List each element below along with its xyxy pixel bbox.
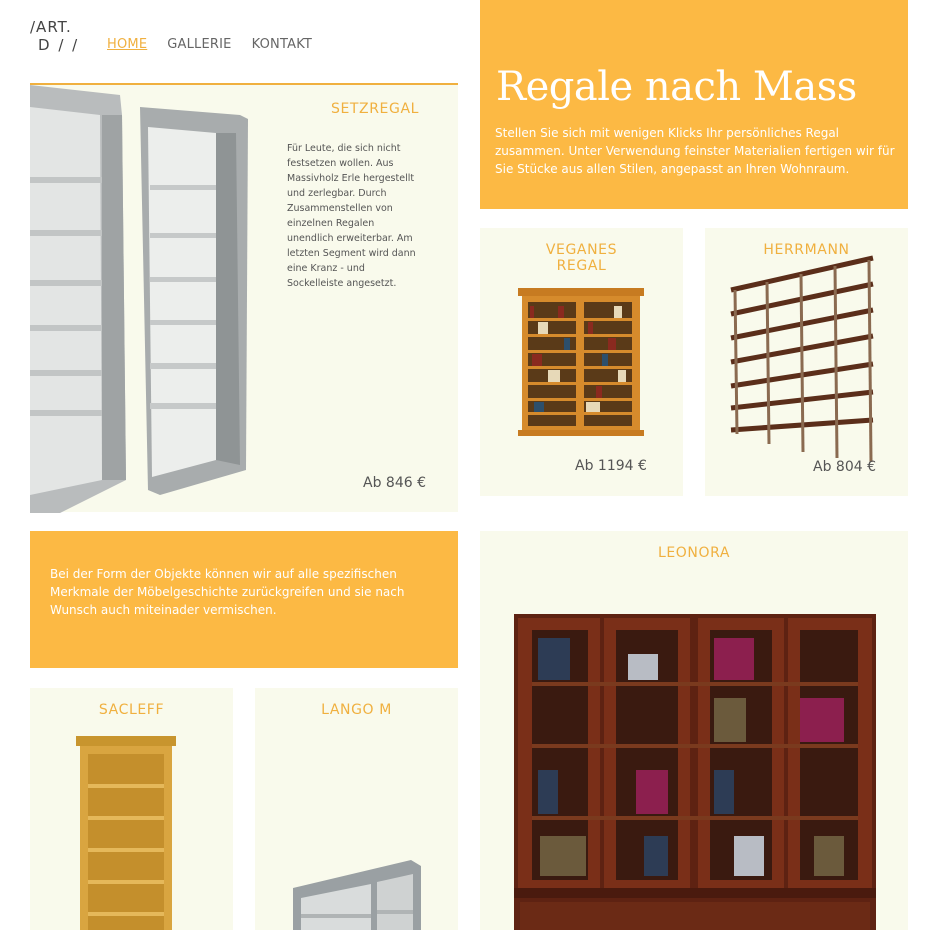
hero-text: Stellen Sie sich mit wenigen Klicks Ihr …	[495, 126, 895, 176]
sacleff-image	[76, 736, 176, 930]
product-card-veganes-regal[interactable]: VEGANES REGAL Ab 1194 €	[480, 228, 683, 496]
leonora-title: LEONORA	[657, 545, 731, 561]
product-card-leonora[interactable]: LEONORA	[480, 531, 908, 930]
site-logo[interactable]: /ART. D / /	[30, 18, 82, 58]
nav-home-link[interactable]: HOME	[107, 37, 147, 52]
leonora-image	[514, 614, 876, 930]
vegan-price: Ab 1194 €	[575, 458, 647, 474]
logo-line-1: /ART.	[30, 18, 72, 36]
setzregal-title: SETZREGAL	[330, 101, 420, 117]
info-box: Bei der Form der Objekte können wir auf …	[30, 531, 458, 668]
herrmann-price: Ab 804 €	[813, 459, 876, 475]
vegan-image	[518, 288, 644, 436]
nav-contact-link[interactable]: KONTAKT	[252, 37, 312, 52]
lango-image	[293, 860, 421, 930]
setzregal-price: Ab 846 €	[363, 475, 426, 491]
hero-banner: Regale nach Mass Stellen Sie sich mit we…	[480, 0, 908, 209]
sacleff-title: SACLEFF	[98, 702, 165, 718]
logo-line-2: D / /	[38, 36, 80, 54]
product-card-herrmann[interactable]: HERRMANN Ab 804 €	[705, 228, 908, 496]
main-nav: HOME GALLERIE KONTAKT	[107, 37, 312, 52]
setzregal-image	[30, 85, 248, 513]
hero-title: Regale nach Mass	[496, 64, 857, 110]
product-card-sacleff[interactable]: SACLEFF	[30, 688, 233, 930]
herrmann-image	[730, 255, 874, 463]
nav-gallery-link[interactable]: GALLERIE	[167, 37, 231, 52]
vegan-title: VEGANES REGAL	[545, 242, 618, 274]
info-text: Bei der Form der Objekte können wir auf …	[50, 567, 405, 617]
product-card-setzregal[interactable]: SETZREGAL Für Leute, die sich nicht fest…	[30, 83, 458, 513]
product-card-lango-m[interactable]: LANGO M	[255, 688, 458, 930]
lango-title: LANGO M	[321, 702, 392, 718]
setzregal-description: Für Leute, die sich nicht festsetzen wol…	[287, 143, 416, 289]
